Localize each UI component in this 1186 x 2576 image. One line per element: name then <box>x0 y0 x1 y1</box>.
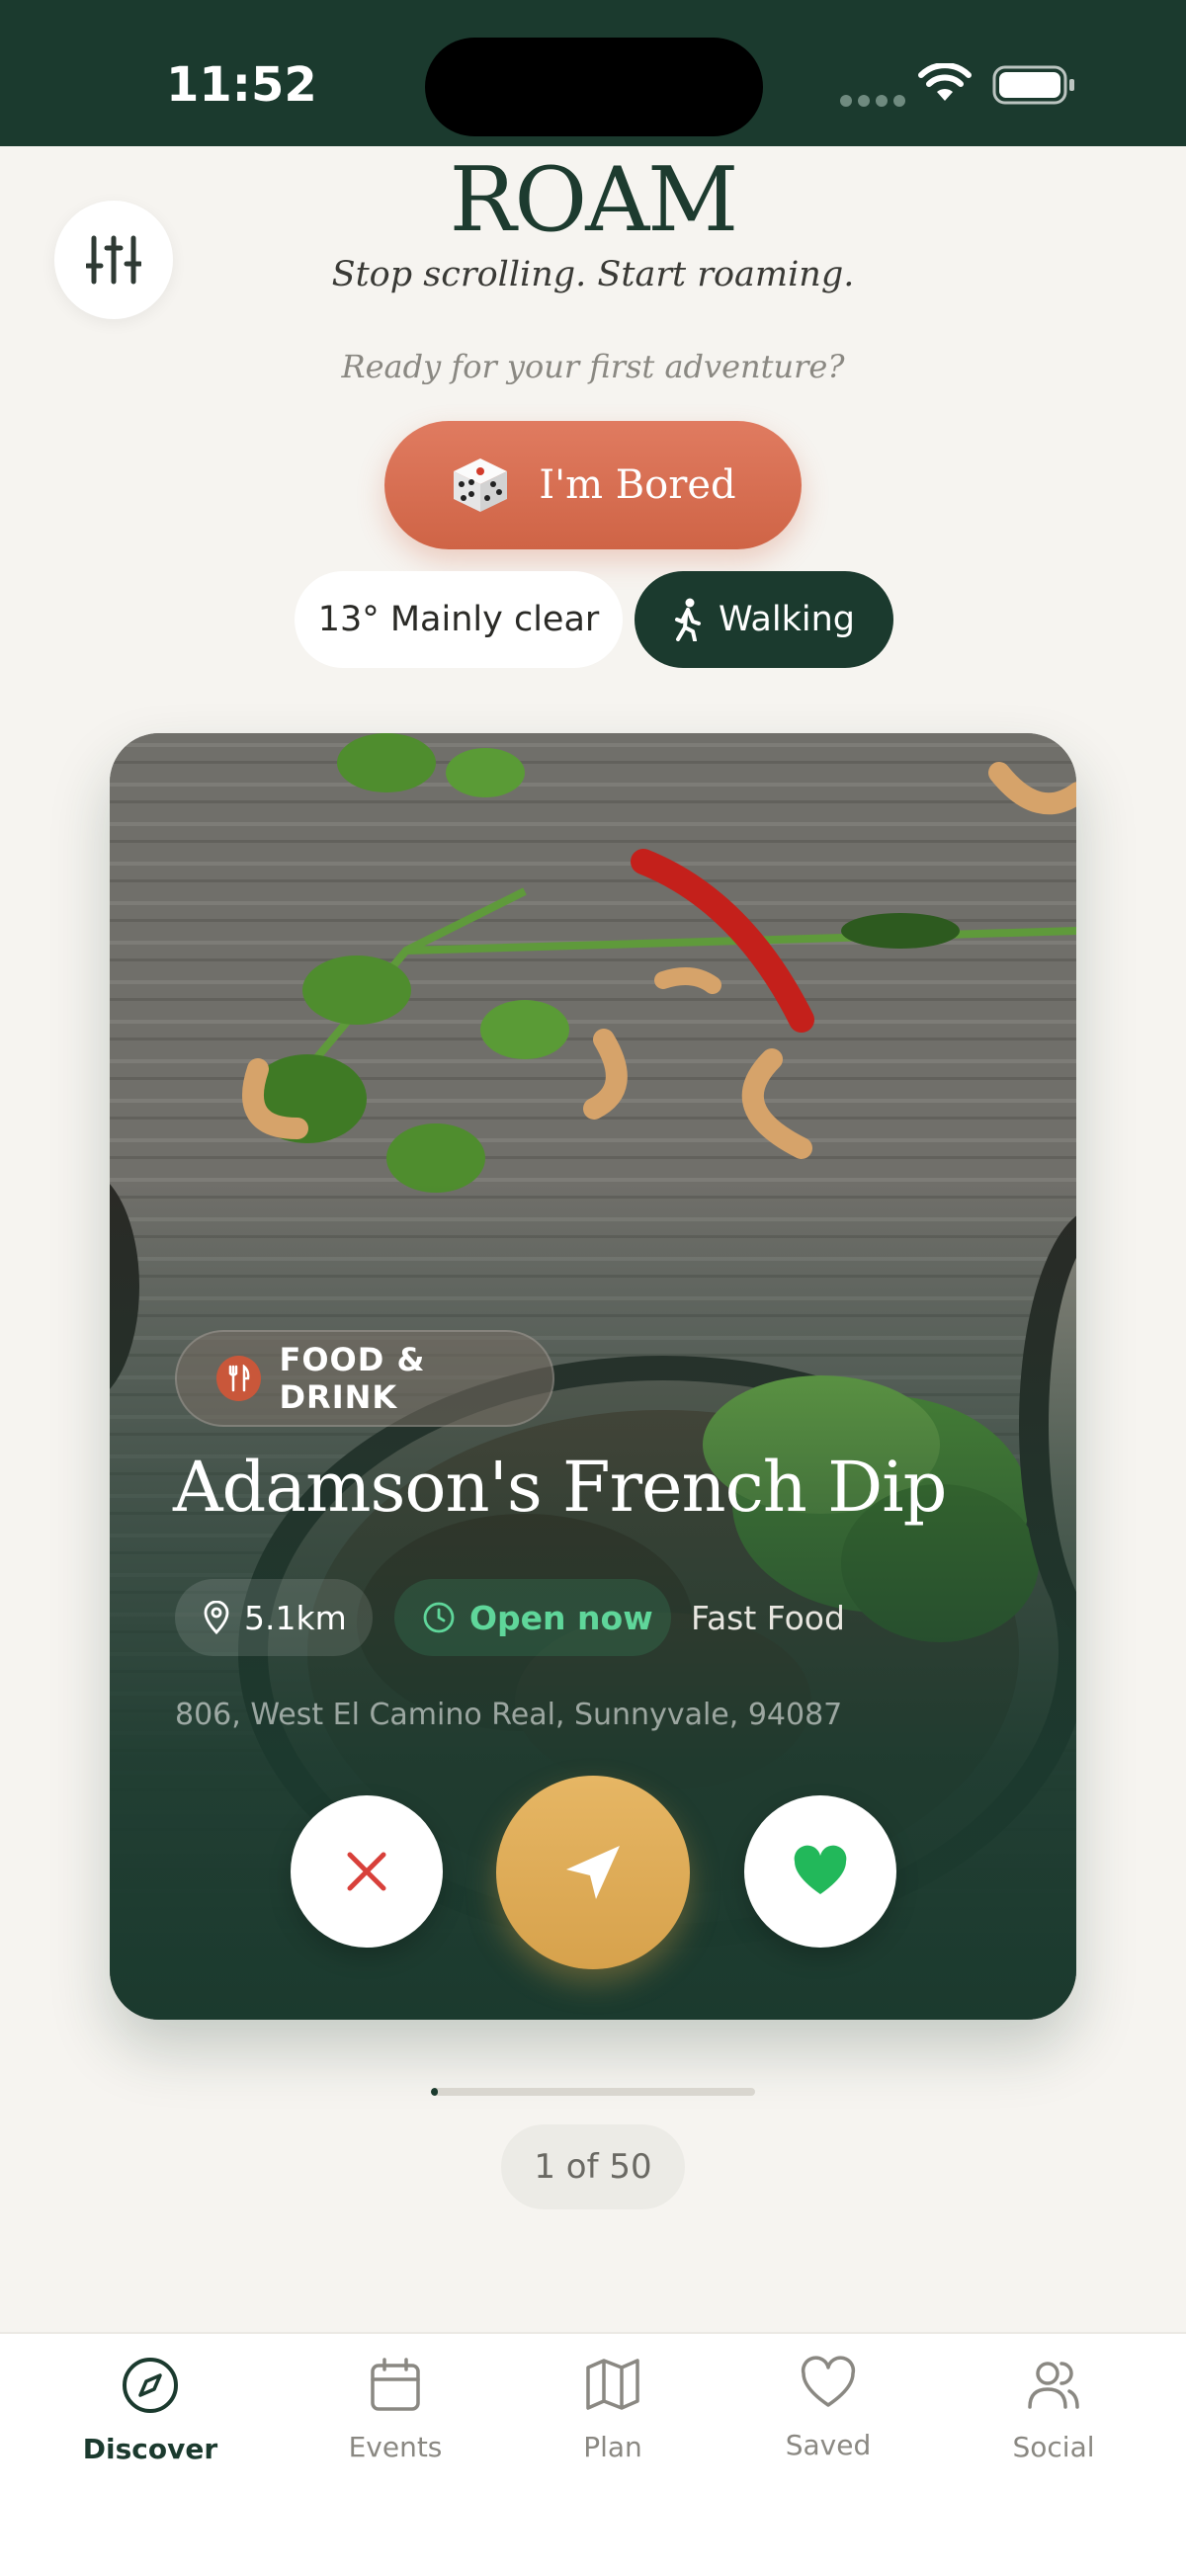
card-counter-label: 1 of 50 <box>534 2147 652 2187</box>
app-logo: ROAM <box>449 148 739 252</box>
tab-plan-label: Plan <box>583 2431 642 2463</box>
dice-icon <box>454 458 508 512</box>
tab-saved-label: Saved <box>785 2429 872 2461</box>
tab-events[interactable]: Events <box>296 2356 494 2494</box>
clock-icon <box>423 1602 455 1633</box>
card-counter: 1 of 50 <box>501 2124 685 2209</box>
battery-icon <box>992 65 1074 105</box>
venue-name: Adamson's French Dip <box>173 1447 947 1528</box>
tab-discover[interactable]: Discover <box>51 2356 249 2494</box>
walking-icon <box>675 598 702 641</box>
distance-label: 5.1km <box>244 1598 347 1637</box>
tab-social-label: Social <box>1012 2431 1095 2463</box>
tab-events-label: Events <box>348 2431 443 2463</box>
dynamic-island <box>425 38 763 136</box>
heart-icon <box>794 1845 847 1894</box>
cellular-signal-icon <box>840 95 905 107</box>
compass-icon <box>123 2358 178 2413</box>
calendar-icon <box>371 2358 420 2411</box>
venue-card[interactable]: FOOD & DRINK Adamson's French Dip 5.1km … <box>110 733 1076 2020</box>
status-bar: 11:52 <box>0 0 1186 146</box>
bottom-tab-bar: Discover Events Plan Saved Social <box>0 2332 1186 2576</box>
tagline: Stop scrolling. Start roaming. <box>331 255 855 294</box>
card-progress-bar <box>431 2088 755 2096</box>
status-time: 11:52 <box>166 57 317 113</box>
like-button[interactable] <box>744 1795 896 1948</box>
heart-outline-icon <box>801 2356 856 2407</box>
adventure-prompt: Ready for your first adventure? <box>341 348 845 385</box>
navigate-button[interactable] <box>496 1776 690 1969</box>
im-bored-label: I'm Bored <box>539 462 736 508</box>
users-icon <box>1028 2362 1079 2409</box>
tab-plan[interactable]: Plan <box>514 2356 712 2494</box>
card-progress-fill <box>431 2088 438 2096</box>
close-icon <box>347 1852 386 1891</box>
category-badge: FOOD & DRINK <box>175 1330 554 1427</box>
map-icon <box>586 2359 639 2410</box>
distance-badge: 5.1km <box>175 1579 373 1656</box>
tab-discover-label: Discover <box>82 2433 218 2465</box>
travel-mode-label: Walking <box>719 600 855 639</box>
category-label: FOOD & DRINK <box>279 1341 426 1416</box>
fork-knife-icon <box>216 1356 262 1401</box>
im-bored-button[interactable]: I'm Bored <box>384 421 802 549</box>
location-pin-icon <box>204 1601 229 1634</box>
weather-label: 13° Mainly clear <box>317 600 600 639</box>
travel-mode-chip[interactable]: Walking <box>635 571 893 668</box>
wifi-icon <box>918 63 972 101</box>
weather-chip[interactable]: 13° Mainly clear <box>295 571 623 668</box>
pass-button[interactable] <box>291 1795 443 1948</box>
open-status-badge: Open now <box>394 1579 671 1656</box>
open-status-label: Open now <box>469 1598 653 1637</box>
navigation-arrow-icon <box>566 1846 620 1899</box>
tab-saved[interactable]: Saved <box>729 2356 927 2494</box>
cuisine-label: Fast Food <box>691 1598 845 1637</box>
venue-address: 806, West El Camino Real, Sunnyvale, 940… <box>175 1698 843 1732</box>
tab-social[interactable]: Social <box>955 2356 1152 2494</box>
